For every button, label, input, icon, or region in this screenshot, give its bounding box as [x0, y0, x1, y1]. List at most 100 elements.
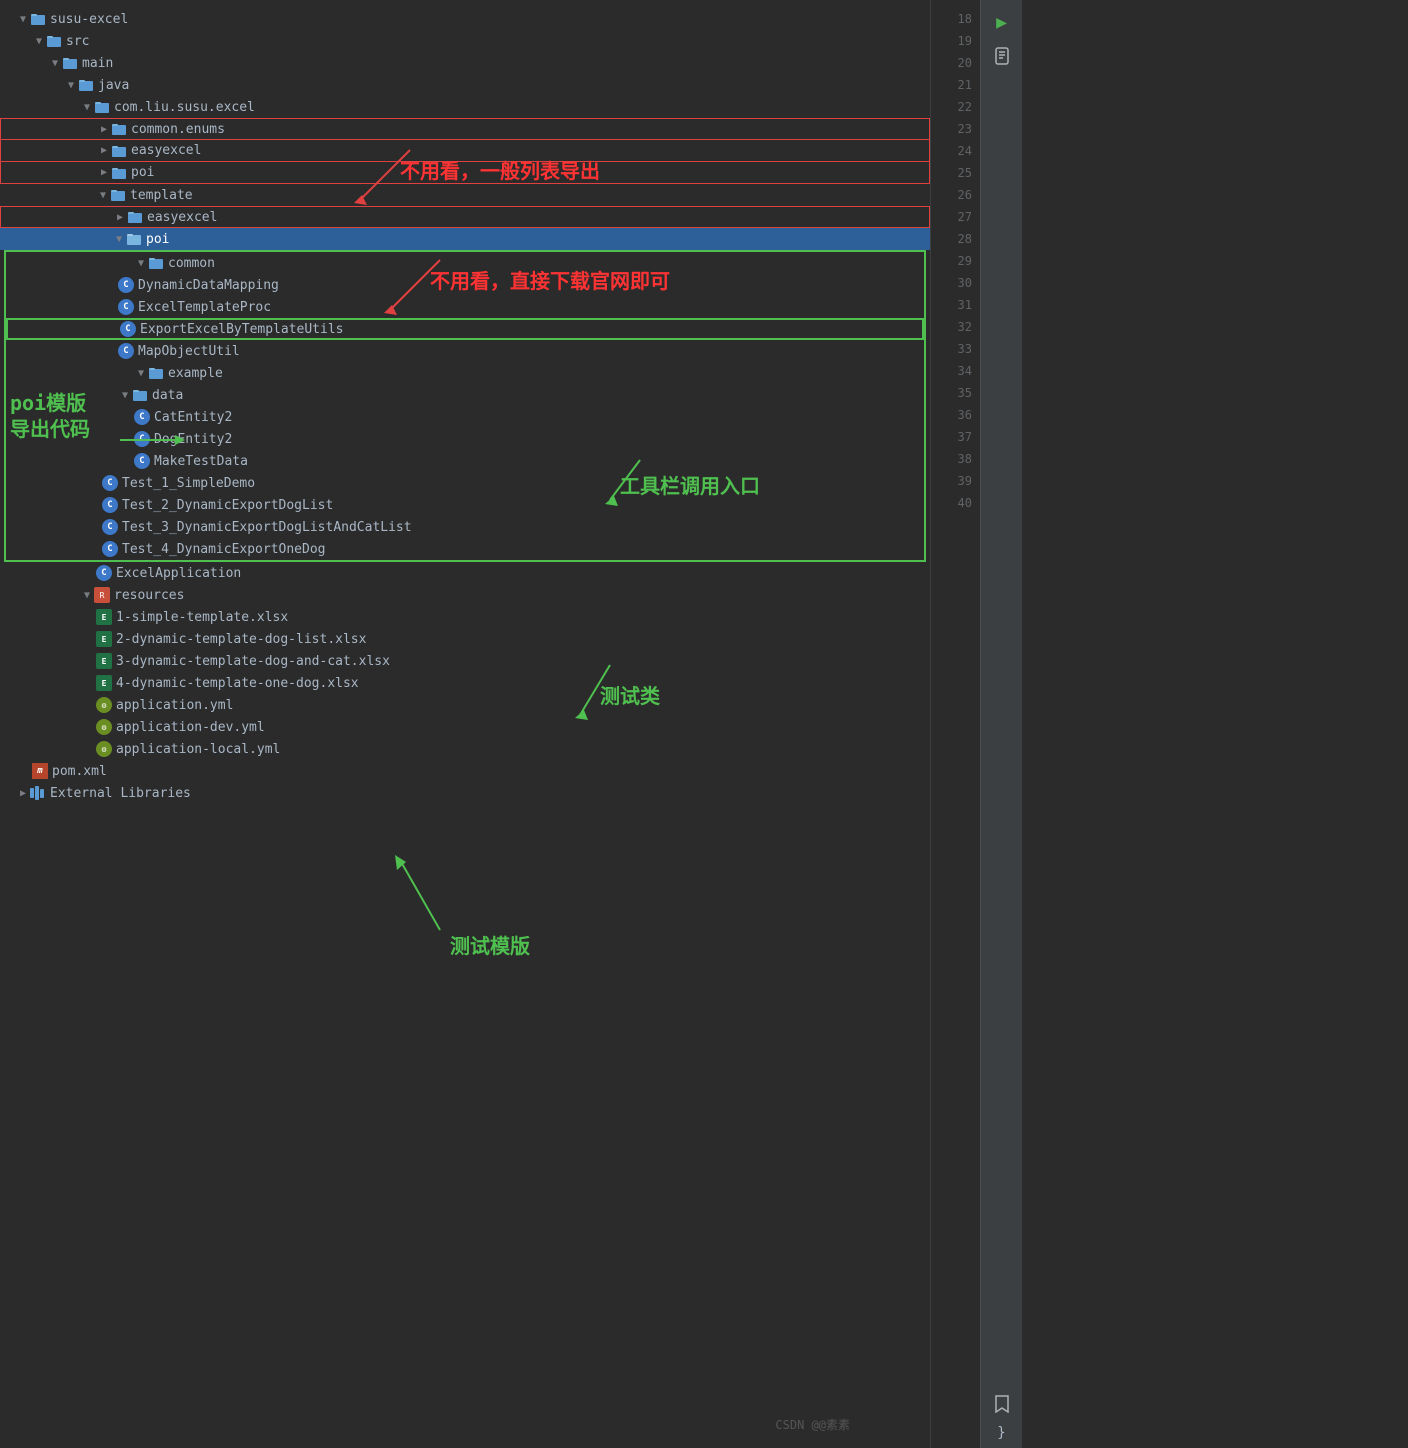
tree-item-ExcelTemplateProc[interactable]: C ExcelTemplateProc [6, 296, 924, 318]
line-20: 20 [958, 52, 972, 74]
tree-item-xlsx2[interactable]: E 2-dynamic-template-dog-list.xlsx [0, 628, 930, 650]
arrow-package-root: ▼ [80, 100, 94, 114]
tree-item-common[interactable]: ▼ common [6, 252, 924, 274]
tree-item-template-easyexcel[interactable]: ▶ easyexcel [0, 206, 930, 228]
tree-item-example[interactable]: ▼ example [6, 362, 924, 384]
excel-icon-4: E [96, 675, 112, 691]
tree-item-Test3[interactable]: C Test_3_DynamicExportDogListAndCatList [6, 516, 924, 538]
tree-item-Test2[interactable]: C Test_2_DynamicExportDogList [6, 494, 924, 516]
ExcelApplication-label: ExcelApplication [116, 566, 241, 581]
template-label: template [130, 188, 193, 203]
tree-item-poi-collapsed[interactable]: ▶ poi [0, 162, 930, 184]
xlsx3-label: 3-dynamic-template-dog-and-cat.xlsx [116, 654, 390, 669]
folder-icon-example [148, 365, 164, 381]
tree-item-ExportExcelByTemplateUtils[interactable]: C ExportExcelByTemplateUtils [6, 318, 924, 340]
class-icon-CatEntity2: C [134, 409, 150, 425]
arrow-ext-lib: ▶ [16, 786, 30, 800]
arrow-template-easyexcel: ▶ [113, 210, 127, 224]
tree-item-common-enums[interactable]: ▶ common.enums [0, 118, 930, 140]
src-label: src [66, 34, 89, 49]
tree-item-template-poi[interactable]: ▼ poi [0, 228, 930, 250]
tree-item-app-yml[interactable]: ⚙ application.yml [0, 694, 930, 716]
line-23: 23 [958, 118, 972, 140]
tree-item-DogEntity2[interactable]: C DogEntity2 [6, 428, 924, 450]
file-tree-panel: ▼ susu-excel ▼ src ▼ main [0, 0, 930, 1448]
class-icon-MapObjectUtil: C [118, 343, 134, 359]
folder-icon-template-poi [126, 231, 142, 247]
tree-item-xlsx4[interactable]: E 4-dynamic-template-one-dog.xlsx [0, 672, 930, 694]
excel-icon-2: E [96, 631, 112, 647]
data-label: data [152, 388, 183, 403]
excel-icon-1: E [96, 609, 112, 625]
class-icon-ExcelTemplateProc: C [118, 299, 134, 315]
app-yml-label: application.yml [116, 698, 233, 713]
line-28: 28 [958, 228, 972, 250]
line-25: 25 [958, 162, 972, 184]
line-36: 36 [958, 404, 972, 426]
run-button[interactable]: ▶ [988, 8, 1016, 36]
xlsx2-label: 2-dynamic-template-dog-list.xlsx [116, 632, 366, 647]
folder-icon-poi-collapsed [111, 165, 127, 181]
tree-item-java[interactable]: ▼ java [0, 74, 930, 96]
class-icon-MakeTestData: C [134, 453, 150, 469]
Test3-label: Test_3_DynamicExportDogListAndCatList [122, 520, 412, 535]
tree-item-ext-libraries[interactable]: ▶ External Libraries [0, 782, 930, 804]
arrow-example: ▼ [134, 366, 148, 380]
ext-libraries-label: External Libraries [50, 786, 191, 801]
yaml-icon-app: ⚙ [96, 697, 112, 713]
arrow-resources: ▼ [80, 588, 94, 602]
class-icon-Test2: C [102, 497, 118, 513]
arrow-common-enums: ▶ [97, 122, 111, 136]
tree-item-Test4[interactable]: C Test_4_DynamicExportOneDog [6, 538, 924, 560]
DogEntity2-label: DogEntity2 [154, 432, 232, 447]
tree-item-data[interactable]: ▼ data [6, 384, 924, 406]
folder-icon-susu-excel [30, 11, 46, 27]
line-32: 32 [958, 316, 972, 338]
Test1-label: Test_1_SimpleDemo [122, 476, 255, 491]
tree-item-Test1[interactable]: C Test_1_SimpleDemo [6, 472, 924, 494]
arrow-template: ▼ [96, 188, 110, 202]
resources-label: resources [114, 588, 184, 603]
arrow-susu-excel: ▼ [16, 12, 30, 26]
class-icon-Test4: C [102, 541, 118, 557]
tree-item-package-root[interactable]: ▼ com.liu.susu.excel [0, 96, 930, 118]
line-21: 21 [958, 74, 972, 96]
bookmark-button[interactable] [988, 1390, 1016, 1418]
common-enums-label: common.enums [131, 122, 225, 137]
tree-item-easyexcel[interactable]: ▶ easyexcel [0, 140, 930, 162]
tree-item-main[interactable]: ▼ main [0, 52, 930, 74]
poi-collapsed-label: poi [131, 165, 154, 180]
tree-item-xlsx3[interactable]: E 3-dynamic-template-dog-and-cat.xlsx [0, 650, 930, 672]
Test2-label: Test_2_DynamicExportDogList [122, 498, 333, 513]
arrow-src: ▼ [32, 34, 46, 48]
class-icon-Test1: C [102, 475, 118, 491]
folder-icon-template [110, 187, 126, 203]
MapObjectUtil-label: MapObjectUtil [138, 344, 240, 359]
line-18: 18 [958, 8, 972, 30]
line-19: 19 [958, 30, 972, 52]
line-38: 38 [958, 448, 972, 470]
ExportExcelByTemplateUtils-label: ExportExcelByTemplateUtils [140, 322, 344, 337]
tree-item-MakeTestData[interactable]: C MakeTestData [6, 450, 924, 472]
tree-item-susu-excel[interactable]: ▼ susu-excel [0, 8, 930, 30]
MakeTestData-label: MakeTestData [154, 454, 248, 469]
tree-item-pom[interactable]: m pom.xml [0, 760, 930, 782]
line-37: 37 [958, 426, 972, 448]
folder-icon-template-easyexcel [127, 209, 143, 225]
folder-icon-common-enums [111, 121, 127, 137]
xlsx1-label: 1-simple-template.xlsx [116, 610, 288, 625]
debug-button[interactable] [988, 42, 1016, 70]
tree-item-DynamicDataMapping[interactable]: C DynamicDataMapping [6, 274, 924, 296]
maven-icon-pom: m [32, 763, 48, 779]
tree-item-resources[interactable]: ▼ R resources [0, 584, 930, 606]
template-easyexcel-label: easyexcel [147, 210, 217, 225]
Test4-label: Test_4_DynamicExportOneDog [122, 542, 326, 557]
tree-item-template[interactable]: ▼ template [0, 184, 930, 206]
tree-item-xlsx1[interactable]: E 1-simple-template.xlsx [0, 606, 930, 628]
tree-item-app-local-yml[interactable]: ⚙ application-local.yml [0, 738, 930, 760]
tree-item-ExcelApplication[interactable]: C ExcelApplication [0, 562, 930, 584]
tree-item-MapObjectUtil[interactable]: C MapObjectUtil [6, 340, 924, 362]
tree-item-src[interactable]: ▼ src [0, 30, 930, 52]
tree-item-app-dev-yml[interactable]: ⚙ application-dev.yml [0, 716, 930, 738]
tree-item-CatEntity2[interactable]: C CatEntity2 [6, 406, 924, 428]
